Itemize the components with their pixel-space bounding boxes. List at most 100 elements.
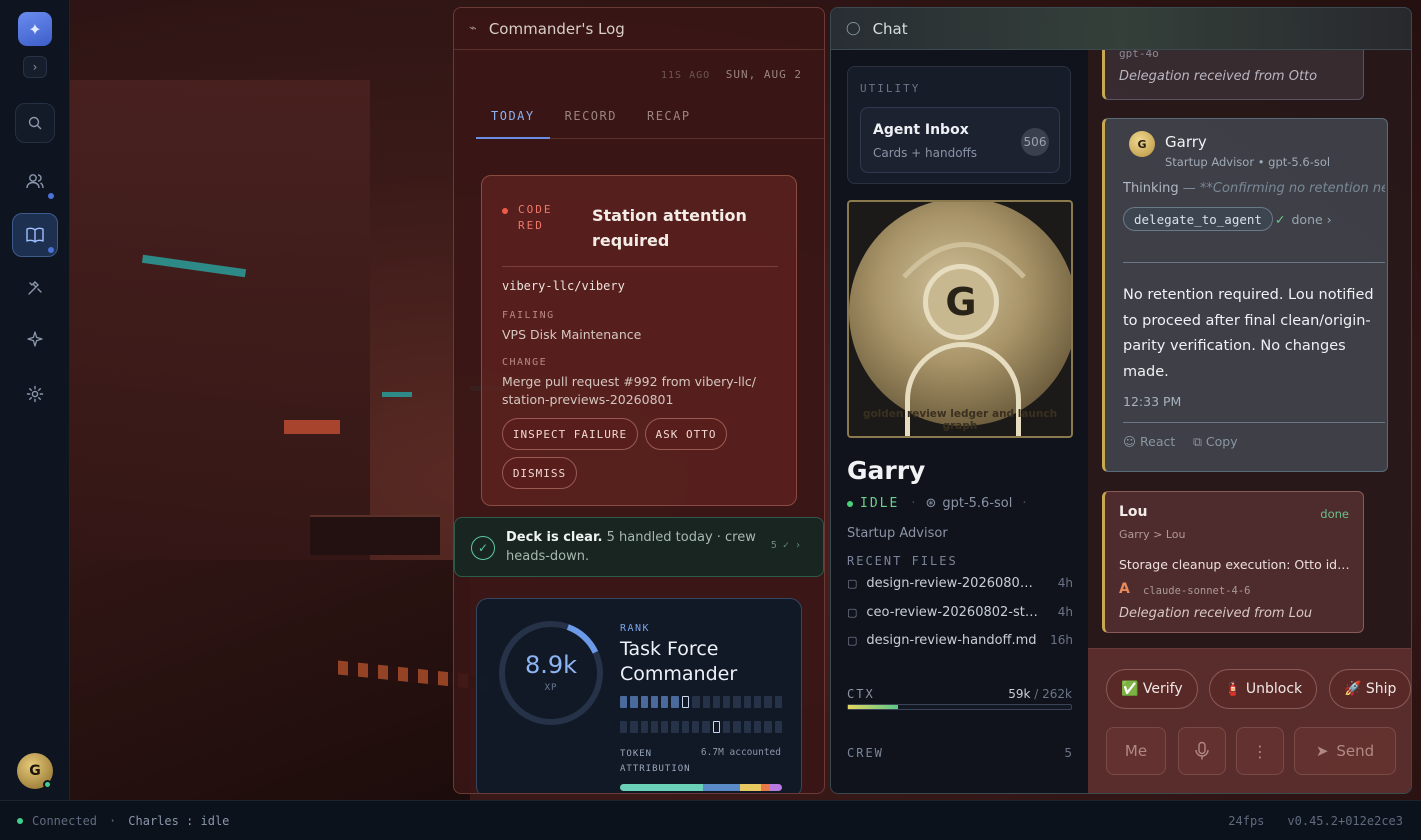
agent-portrait: G golden review ledger and launch graph xyxy=(847,200,1073,438)
rank-pip xyxy=(702,696,710,708)
search-icon xyxy=(28,116,42,130)
file-name: ceo-review-20260802-station.md xyxy=(866,604,1038,620)
file-name: design-review-20260802.md xyxy=(866,575,1039,591)
alert-level: CODE RED xyxy=(518,203,553,232)
agent-name: Garry xyxy=(847,456,926,485)
chat-header: ◯ Chat xyxy=(831,8,1411,50)
agent-inbox-card[interactable]: Agent Inbox Cards + handoffs 506 xyxy=(860,107,1060,173)
tools-icon xyxy=(28,281,42,295)
rank-progress-pips xyxy=(620,721,782,733)
dismiss-button[interactable]: DISMISS xyxy=(502,457,577,489)
commanders-log-panel: ⌁ Commander's Log 11s ago SUN, AUG 2 TOD… xyxy=(453,7,825,794)
tab-today[interactable]: TODAY xyxy=(476,103,550,139)
message-text: Delegation received from Otto xyxy=(1119,69,1318,84)
ask-otto-button[interactable]: ASK OTTO xyxy=(645,418,727,450)
message-model: gpt-4o xyxy=(1119,50,1159,60)
more-vertical-icon: ⋮ xyxy=(1252,741,1268,761)
file-icon: ▢ xyxy=(847,576,858,590)
tool-call-chip[interactable]: delegate_to_agent xyxy=(1123,207,1273,231)
smile-icon: ☺ xyxy=(1123,434,1141,449)
inbox-count-badge: 506 xyxy=(1021,128,1049,156)
rank-pip xyxy=(764,696,772,708)
rank-pip xyxy=(723,696,731,708)
message-body: No retention required. Lou notified to p… xyxy=(1123,287,1374,380)
thinking-line[interactable]: Thinking — **Confirming no retention nee… xyxy=(1123,181,1385,196)
copy-label: Copy xyxy=(1205,434,1238,449)
rank-pip xyxy=(712,721,721,733)
rank-pip xyxy=(733,721,741,733)
rank-pip xyxy=(620,721,628,733)
crew-label[interactable]: CREW xyxy=(847,746,884,760)
rank-pip xyxy=(743,721,752,733)
change-label: CHANGE xyxy=(502,357,548,368)
send-button[interactable]: ➤ Send xyxy=(1294,727,1396,775)
search-button[interactable] xyxy=(15,103,55,143)
log-updated-ago: 11s ago xyxy=(660,70,711,81)
change-value: Merge pull request #992 from vibery-llc/… xyxy=(502,374,756,407)
crew-count: 5 xyxy=(1064,746,1072,760)
message-text: Delegation received from Lou xyxy=(1119,606,1313,621)
thinking-text: — **Confirming no retention needed** xyxy=(1182,181,1385,196)
recent-file-item[interactable]: ▢ design-review-handoff.md 16h xyxy=(847,630,1073,650)
portrait-initial: G xyxy=(923,264,999,340)
file-age: 4h xyxy=(1057,576,1073,590)
app-logo-icon[interactable]: ✦ xyxy=(18,12,52,46)
rank-pip xyxy=(650,721,659,733)
settings-button[interactable] xyxy=(15,374,55,414)
message-list[interactable]: gpt-4o Delegation received from Otto G G… xyxy=(1088,50,1411,648)
token-attribution-label: TOKEN ATTRIBUTION xyxy=(620,749,691,774)
deck-bold: Deck is clear. xyxy=(506,530,603,545)
tab-record[interactable]: RECORD xyxy=(550,103,632,139)
tab-recap[interactable]: RECAP xyxy=(632,103,706,139)
book-icon xyxy=(26,227,44,243)
rank-progress-pips xyxy=(620,696,782,708)
rank-pip xyxy=(661,721,669,733)
tools-button[interactable] xyxy=(15,268,55,308)
rank-pip xyxy=(681,696,690,708)
token-segment xyxy=(620,784,703,791)
divider xyxy=(502,266,778,267)
microphone-button[interactable] xyxy=(1178,727,1226,775)
failing-label: FAILING xyxy=(502,310,555,321)
notification-dot xyxy=(48,193,54,199)
expand-rail-button[interactable]: › xyxy=(23,56,47,78)
more-options-button[interactable]: ⋮ xyxy=(1236,727,1284,775)
sparkle-button[interactable] xyxy=(15,319,55,359)
divider xyxy=(1123,262,1385,263)
ship-quick-action[interactable]: 🚀 Ship xyxy=(1329,669,1411,709)
copy-button[interactable]: ⧉ Copy xyxy=(1193,434,1238,450)
inspect-failure-button[interactable]: INSPECT FAILURE xyxy=(502,418,638,450)
unblock-quick-action[interactable]: 🧯 Unblock xyxy=(1209,669,1318,709)
composer: ✅ Verify 🧯 Unblock 🚀 Ship Me ⋮ ➤ Send xyxy=(1088,648,1411,793)
left-rail: ✦ › G xyxy=(0,0,70,800)
recent-file-item[interactable]: ▢ ceo-review-20260802-station.md 4h xyxy=(847,602,1073,622)
rank-pip xyxy=(754,696,762,708)
chat-title: Chat xyxy=(872,19,908,38)
file-icon: ▢ xyxy=(847,633,858,647)
rank-pip xyxy=(723,721,731,733)
verify-quick-action[interactable]: ✅ Verify xyxy=(1106,669,1198,709)
agent-sidebar: UTILITY Agent Inbox Cards + handoffs 506… xyxy=(831,50,1088,793)
deck-clear-banner[interactable]: ✓ Deck is clear. 5 handled today · crew … xyxy=(454,517,824,577)
tool-call-status[interactable]: ✓ done › xyxy=(1275,212,1332,227)
deck-count: 5 ✓ › xyxy=(770,540,801,551)
react-button[interactable]: ☺ React xyxy=(1123,434,1175,449)
portrait-caption: golden review ledger and launch graph xyxy=(862,408,1058,432)
chevron-right-icon: › xyxy=(1326,212,1332,227)
recent-file-item[interactable]: ▢ design-review-20260802.md 4h xyxy=(847,573,1073,593)
chat-panel: ◯ Chat UTILITY Agent Inbox Cards + hando… xyxy=(830,7,1412,794)
ctx-progress-fill xyxy=(848,705,899,709)
message-card: Lou done Garry > Lou Storage cleanup exe… xyxy=(1102,491,1364,633)
copy-icon: ⧉ xyxy=(1193,434,1206,449)
rank-pip xyxy=(661,696,669,708)
rank-pip xyxy=(671,721,679,733)
inbox-subtitle: Cards + handoffs xyxy=(873,146,978,160)
message-author-meta: Startup Advisor • gpt-5.6-sol xyxy=(1165,155,1331,169)
rank-pip xyxy=(712,696,721,708)
file-age: 16h xyxy=(1050,633,1073,647)
rank-pip xyxy=(692,721,700,733)
check-circle-icon: ✓ xyxy=(471,536,495,560)
message-input[interactable]: Me xyxy=(1106,727,1166,775)
rank-title: Task Force Commander xyxy=(620,638,738,685)
anthropic-icon: A xyxy=(1119,581,1130,597)
